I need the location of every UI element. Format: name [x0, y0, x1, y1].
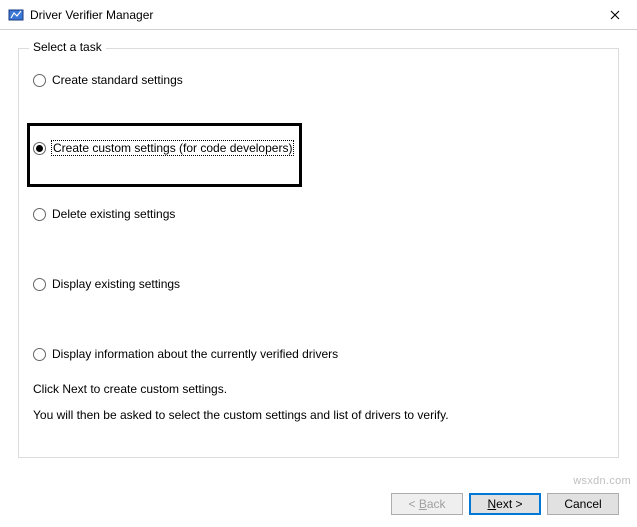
option-create-custom[interactable]: Create custom settings (for code develop…: [33, 139, 604, 157]
option-display-existing[interactable]: Display existing settings: [33, 275, 604, 293]
option-label: Display information about the currently …: [52, 347, 338, 361]
close-icon: [610, 10, 620, 20]
button-bar: < Back Next > Cancel: [391, 493, 619, 515]
titlebar: Driver Verifier Manager: [0, 0, 637, 30]
watermark: wsxdn.com: [573, 475, 631, 487]
option-label: Create custom settings (for code develop…: [52, 141, 293, 155]
option-display-info[interactable]: Display information about the currently …: [33, 345, 604, 363]
radio-icon: [33, 348, 46, 361]
instructions: Click Next to create custom settings. Yo…: [33, 379, 604, 426]
client-area: Select a task Create standard settings C…: [0, 30, 637, 468]
option-label: Display existing settings: [52, 277, 180, 291]
task-groupbox: Select a task Create standard settings C…: [18, 48, 619, 458]
instruction-line: Click Next to create custom settings.: [33, 379, 604, 399]
radio-icon: [33, 142, 46, 155]
button-label: Next >: [487, 497, 522, 511]
groupbox-label: Select a task: [29, 40, 106, 54]
back-button: < Back: [391, 493, 463, 515]
close-button[interactable]: [592, 0, 637, 30]
cancel-button[interactable]: Cancel: [547, 493, 619, 515]
button-label: Cancel: [564, 497, 601, 511]
option-delete-existing[interactable]: Delete existing settings: [33, 205, 604, 223]
next-button[interactable]: Next >: [469, 493, 541, 515]
option-label: Delete existing settings: [52, 207, 175, 221]
instruction-line: You will then be asked to select the cus…: [33, 405, 604, 425]
option-create-standard[interactable]: Create standard settings: [33, 71, 604, 89]
app-icon: [8, 7, 24, 23]
window-title: Driver Verifier Manager: [30, 8, 153, 22]
option-label: Create standard settings: [52, 73, 183, 87]
radio-icon: [33, 278, 46, 291]
radio-icon: [33, 74, 46, 87]
radio-icon: [33, 208, 46, 221]
button-label: < Back: [408, 497, 445, 511]
